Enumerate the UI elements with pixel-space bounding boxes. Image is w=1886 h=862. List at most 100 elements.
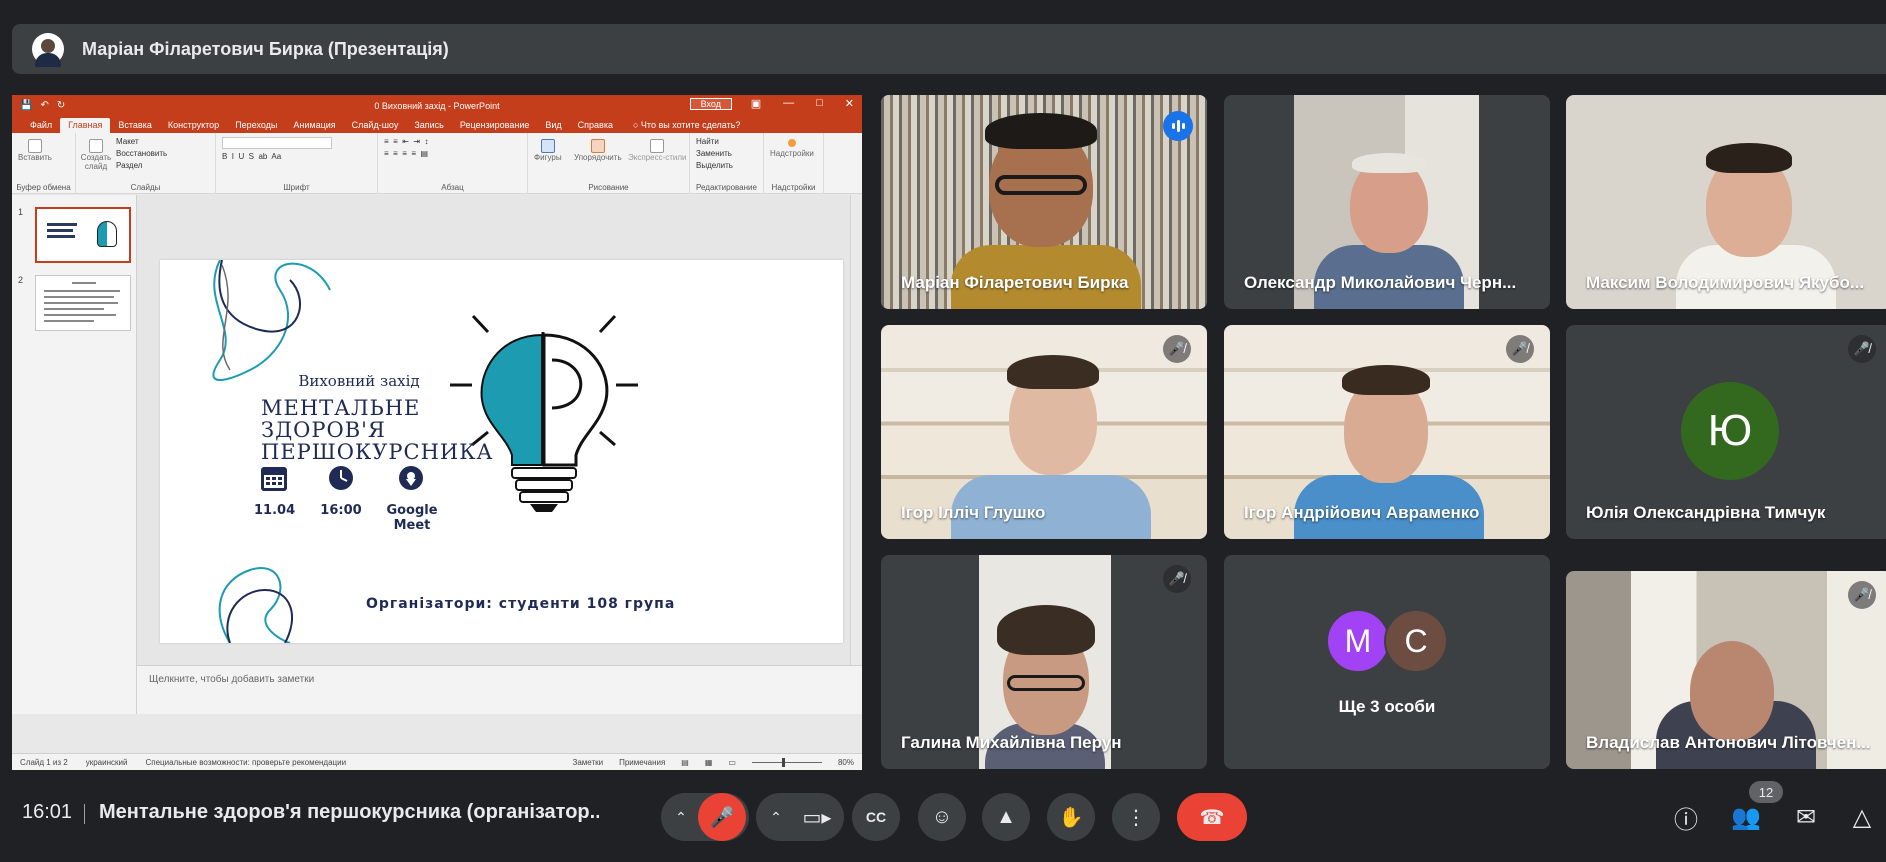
tab-animations[interactable]: Анимация: [285, 118, 343, 133]
camera-icon[interactable]: ▭▸: [793, 793, 841, 841]
participant-tile[interactable]: Маріан Філаретович Бирка: [881, 95, 1207, 309]
end-call-button[interactable]: ☎: [1177, 793, 1247, 841]
language-status[interactable]: украинский: [86, 758, 128, 767]
mic-off-icon[interactable]: 🎤: [698, 793, 746, 841]
tab-help[interactable]: Справка: [570, 118, 621, 133]
minimize-icon[interactable]: —: [783, 97, 794, 110]
notes-toggle[interactable]: Заметки: [573, 758, 604, 767]
meeting-controls-bar: 16:01 Ментальне здоров'я першокурсника (…: [0, 782, 1886, 862]
reset-button[interactable]: Восстановить: [116, 149, 209, 158]
ribbon-group-editing: Найти Заменить Выделить Редактирование: [690, 133, 764, 194]
close-icon[interactable]: ✕: [845, 97, 854, 110]
maximize-icon[interactable]: □: [816, 97, 823, 110]
mic-off-icon: 🎤̸: [1506, 335, 1534, 363]
find-button[interactable]: Найти: [696, 137, 757, 146]
thumb-number: 1: [18, 207, 24, 217]
shared-screen-powerpoint: 💾 ↶ ↻ 0 Виховний захід - PowerPoint Вход…: [12, 95, 862, 770]
reactions-button[interactable]: ☺: [918, 793, 966, 841]
sign-in-button[interactable]: Вход: [689, 98, 732, 110]
decor-curve-teal-bottom: [218, 567, 291, 643]
slide-counter: Слайд 1 из 2: [20, 757, 68, 767]
participant-tile[interactable]: 🎤̸ Ігор Андрійович Авраменко: [1224, 325, 1550, 539]
meeting-info-button[interactable]: ⓘ: [1662, 793, 1710, 841]
select-button[interactable]: Выделить: [696, 161, 757, 170]
slide-scrollbar[interactable]: [850, 195, 862, 665]
more-icon: ⋮: [1126, 806, 1146, 829]
chat-button[interactable]: ✉: [1782, 793, 1830, 841]
section-button[interactable]: Раздел: [116, 161, 209, 170]
participant-tile-others[interactable]: M C Ще 3 особи: [1224, 555, 1550, 769]
raise-hand-icon: ✋: [1058, 806, 1084, 829]
shapes-button[interactable]: Фигуры: [534, 139, 562, 162]
font-format-icons[interactable]: B I U S ab Aa: [222, 152, 371, 161]
mic-off-icon: 🎤̸: [1848, 335, 1876, 363]
replace-button[interactable]: Заменить: [696, 149, 757, 158]
arrange-button[interactable]: Упорядочить: [574, 139, 622, 162]
zoom-level[interactable]: 80%: [838, 758, 854, 767]
mic-off-icon: 🎤̸: [1848, 581, 1876, 609]
participant-tile[interactable]: Олександр Миколайович Черн...: [1224, 95, 1550, 309]
new-slide-button[interactable]: Создать слайд: [80, 139, 112, 171]
layout-button[interactable]: Макет: [116, 137, 209, 146]
arrange-icon: [590, 139, 605, 153]
tab-file[interactable]: Файл: [22, 118, 60, 133]
others-label: Ще 3 особи: [1338, 697, 1436, 716]
sorter-view-icon[interactable]: ▦: [705, 758, 713, 767]
mic-control[interactable]: ⌃ 🎤: [661, 793, 749, 841]
caret-up-icon[interactable]: ⌃: [759, 809, 793, 826]
tab-record[interactable]: Запись: [406, 118, 452, 133]
mic-off-icon: 🎤̸: [1163, 565, 1191, 593]
participant-tile[interactable]: Максим Володимирович Якубо...: [1566, 95, 1886, 309]
ribbon-group-font: B I U S ab Aa Шрифт: [216, 133, 378, 194]
participant-tile[interactable]: 🎤̸ Владислав Антонович Літовчен...: [1566, 571, 1886, 769]
slide-event-label: Виховний захід: [298, 372, 420, 390]
slide-thumbnails: 1 2: [12, 195, 137, 714]
normal-view-icon[interactable]: ▤: [681, 758, 689, 767]
participant-tile[interactable]: 🎤̸ Ігор Ілліч Глушко: [881, 325, 1207, 539]
list-icons[interactable]: ≡ ≡ ⇤ ⇥ ↕: [384, 137, 521, 146]
ppt-ribbon: Вставить Буфер обмена Создать слайд Маке…: [12, 133, 862, 194]
zoom-slider[interactable]: [751, 757, 822, 767]
tab-transitions[interactable]: Переходы: [227, 118, 285, 133]
reading-view-icon[interactable]: ▭: [728, 758, 736, 767]
participant-name: Ігор Андрійович Авраменко: [1244, 503, 1480, 522]
raise-hand-button[interactable]: ✋: [1047, 793, 1095, 841]
activities-button[interactable]: △: [1838, 793, 1886, 841]
tab-view[interactable]: Вид: [537, 118, 569, 133]
participant-tile[interactable]: Ю 🎤̸ Юлія Олександрівна Тимчук: [1566, 325, 1886, 539]
slide-thumbnail-2[interactable]: [35, 275, 131, 331]
more-options-button[interactable]: ⋮: [1112, 793, 1160, 841]
participant-name: Маріан Філаретович Бирка: [901, 273, 1129, 292]
decor-curve-navy-bottom: [226, 588, 294, 643]
ribbon-options-icon[interactable]: ▣: [751, 97, 761, 110]
slide-organizers: Організатори: студенти 108 група: [366, 596, 676, 612]
slide-thumbnail-1[interactable]: [35, 207, 131, 263]
ppt-body: 1 2 Виховний захід МЕНТАЛЬНЕ ЗДОРОВ'Я ПЕ…: [12, 195, 862, 714]
tab-home[interactable]: Главная: [60, 118, 111, 133]
tab-design[interactable]: Конструктор: [160, 118, 227, 133]
align-icons[interactable]: ≡ ≡ ≡ ≡ ▤: [384, 149, 521, 158]
slide-canvas[interactable]: Виховний захід МЕНТАЛЬНЕ ЗДОРОВ'Я ПЕРШОК…: [160, 260, 843, 643]
tab-slideshow[interactable]: Слайд-шоу: [344, 118, 407, 133]
captions-button[interactable]: CC: [852, 793, 900, 841]
paste-icon: [27, 139, 42, 153]
tab-review[interactable]: Рецензирование: [452, 118, 538, 133]
ppt-menubar: Файл Главная Вставка Конструктор Переход…: [12, 116, 862, 133]
camera-control[interactable]: ⌃ ▭▸: [756, 793, 844, 841]
notes-pane[interactable]: Щелкните, чтобы добавить заметки: [137, 665, 862, 714]
caret-up-icon[interactable]: ⌃: [664, 809, 698, 826]
addins-button[interactable]: Надстройки: [770, 139, 814, 158]
quick-styles-button[interactable]: Экспресс-стили: [628, 139, 687, 162]
participant-name: Максим Володимирович Якубо...: [1586, 273, 1865, 292]
tab-insert[interactable]: Вставка: [110, 118, 159, 133]
comments-toggle[interactable]: Примечания: [619, 758, 665, 767]
paste-button[interactable]: Вставить: [18, 139, 52, 162]
accessibility-status[interactable]: Специальные возможности: проверьте реком…: [145, 758, 346, 767]
ribbon-group-slides: Создать слайд Макет Восстановить Раздел …: [76, 133, 216, 194]
participant-avatar: Ю: [1681, 382, 1779, 480]
tell-me-search[interactable]: ○ Что вы хотите сделать?: [629, 118, 744, 133]
font-name-field[interactable]: [222, 137, 332, 149]
participant-tile[interactable]: 🎤̸ Галина Михайлівна Перун: [881, 555, 1207, 769]
present-button[interactable]: ▲: [982, 793, 1030, 841]
calendar-icon: [261, 467, 287, 491]
